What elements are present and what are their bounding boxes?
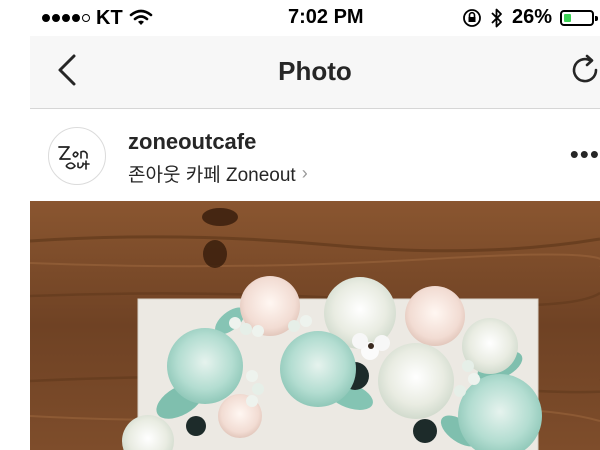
wifi-icon	[129, 9, 152, 25]
status-right: 26%	[462, 6, 598, 29]
signal-dot	[82, 14, 90, 22]
orientation-lock-icon	[463, 8, 481, 27]
location-label: 존아웃 카페 Zoneout	[128, 165, 296, 186]
photo-illustration	[30, 201, 600, 450]
signal-dot	[52, 14, 60, 22]
chevron-right-icon: ›	[301, 163, 308, 183]
signal-dot	[72, 14, 80, 22]
battery-percent: 26%	[511, 6, 552, 28]
post-photo[interactable]	[30, 201, 600, 450]
status-time: 7:02 PM	[288, 6, 364, 28]
page-title: Photo	[278, 56, 352, 86]
avatar[interactable]	[48, 127, 106, 185]
post-header: zoneoutcafe 존아웃 카페 Zoneout › •••	[30, 109, 600, 201]
signal-dot	[62, 14, 70, 22]
refresh-icon[interactable]	[568, 52, 600, 88]
status-bar: KT 7:02 PM 26%	[30, 0, 600, 36]
bluetooth-icon	[491, 8, 502, 27]
signal-dot	[42, 14, 50, 22]
more-options-icon[interactable]: •••	[570, 139, 600, 170]
cell-signal-icon	[42, 14, 90, 22]
zoneout-logo-icon	[58, 146, 90, 170]
status-left: KT	[42, 7, 153, 29]
battery-icon	[560, 9, 598, 26]
battery-fill	[564, 13, 571, 22]
username[interactable]: zoneoutcafe	[128, 129, 256, 155]
screen: KT 7:02 PM 26% Photo zoneoutcafe 존아웃 카페 …	[0, 0, 600, 450]
location-link[interactable]: 존아웃 카페 Zoneout ›	[128, 160, 308, 187]
carrier-name: KT	[96, 6, 123, 29]
battery-nub	[595, 15, 598, 21]
nav-bar: Photo	[30, 36, 600, 109]
left-margin	[0, 0, 30, 450]
